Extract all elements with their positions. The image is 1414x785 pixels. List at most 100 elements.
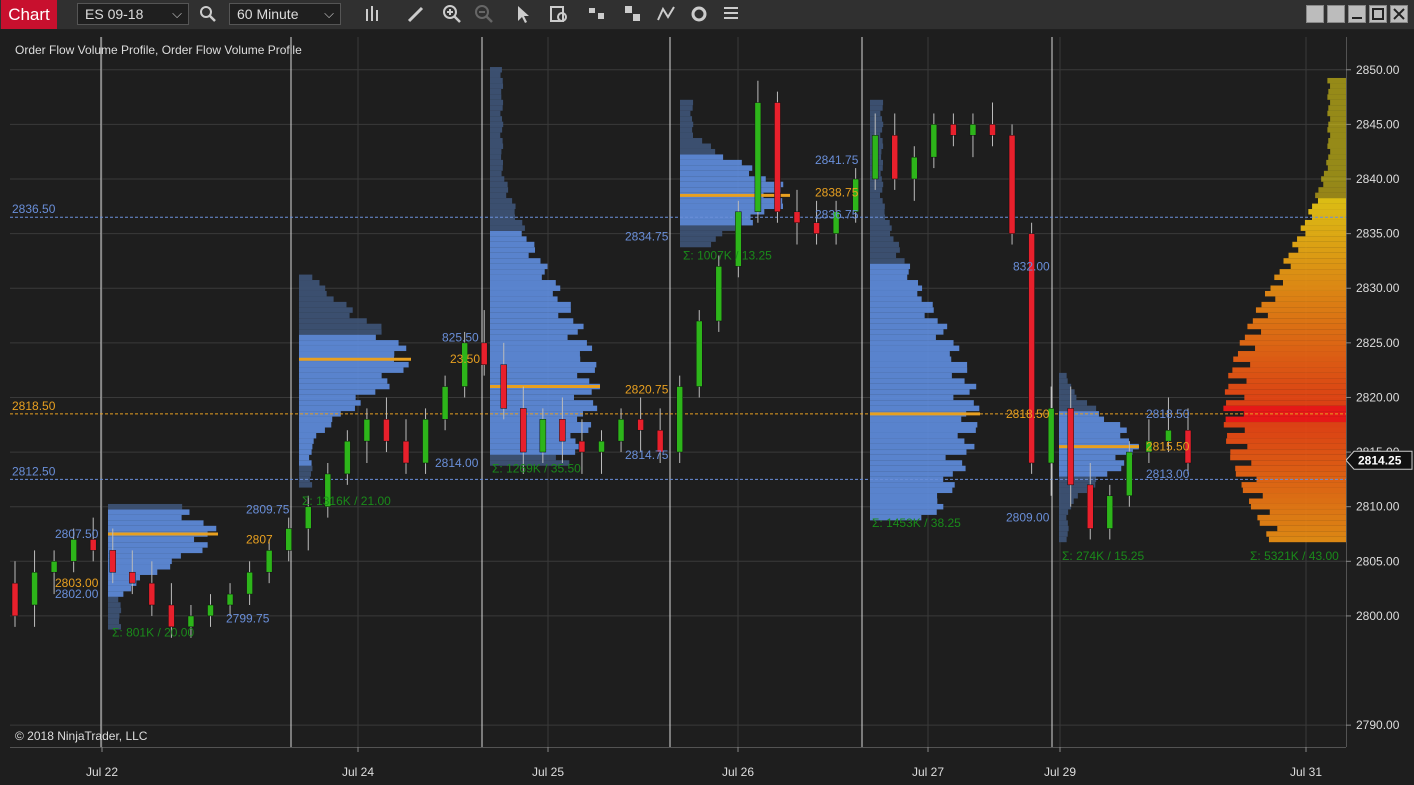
profile-level-label: 832.00 xyxy=(1013,259,1050,273)
candle-body xyxy=(930,124,938,158)
volume-profile-bar xyxy=(680,110,691,117)
zoom-out-icon[interactable] xyxy=(473,3,495,25)
volume-profile-bar xyxy=(870,236,894,242)
volume-profile-bar xyxy=(680,241,712,248)
volume-profile-bar xyxy=(490,176,505,182)
composite-profile-bar xyxy=(1300,225,1346,231)
volume-profile-bar xyxy=(299,296,334,302)
pencil-icon[interactable] xyxy=(405,3,427,25)
volume-profile-bar xyxy=(870,465,966,472)
tile-button-2[interactable] xyxy=(1327,5,1345,23)
volume-profile-bar xyxy=(490,230,522,237)
volume-profile-bar xyxy=(490,258,541,264)
volume-profile-bar xyxy=(108,553,181,559)
volume-profile-bar xyxy=(680,99,694,106)
volume-profile-bar xyxy=(870,187,883,193)
refresh-icon[interactable] xyxy=(688,3,710,25)
volume-profile-bar xyxy=(490,263,548,270)
volume-profile-bar xyxy=(870,361,968,368)
volume-profile-bar xyxy=(299,449,312,455)
composite-profile-bar xyxy=(1247,323,1346,330)
close-button[interactable] xyxy=(1390,5,1408,23)
profile-level-label: 2836.75 xyxy=(815,208,859,222)
volume-profile-bar xyxy=(870,422,978,428)
composite-profile-bar xyxy=(1250,361,1346,368)
composite-profile-bar xyxy=(1246,378,1346,384)
volume-profile-bar xyxy=(299,301,347,308)
volume-profile-bar xyxy=(490,88,502,95)
bar-chart-icon[interactable] xyxy=(362,3,384,25)
volume-profile-bar xyxy=(490,67,502,73)
minimize-button[interactable] xyxy=(1348,5,1366,23)
volume-profile-bar xyxy=(870,367,968,373)
zoom-in-icon[interactable] xyxy=(441,3,463,25)
composite-profile-bar xyxy=(1298,247,1346,253)
volume-profile-bar xyxy=(490,274,542,281)
chart-tab[interactable]: Chart xyxy=(1,0,57,29)
volume-profile-bar xyxy=(870,230,891,237)
list-icon[interactable] xyxy=(720,3,742,25)
volume-profile-bar xyxy=(870,203,885,210)
composite-profile-bar xyxy=(1255,307,1346,313)
y-tick-label: 2790.00 xyxy=(1356,718,1400,732)
volume-profile-bar xyxy=(299,438,314,444)
time-axis[interactable]: Jul 22 Jul 24 Jul 25 Jul 26 Jul 27 Jul 29 Jul … xyxy=(10,747,1346,785)
composite-profile-bar xyxy=(1230,449,1346,455)
volume-profile-bar xyxy=(870,389,970,395)
composite-profile-bar xyxy=(1317,198,1346,204)
volume-profile-bar xyxy=(490,241,535,248)
composite-profile-bar xyxy=(1226,438,1346,444)
chart-plot-area[interactable]: 2836.50 2818.50 2812.50 2807.50 2803.00 2802.… xyxy=(10,37,1346,747)
volume-profile-bar xyxy=(1059,536,1067,543)
composite-profile-bar xyxy=(1323,181,1346,188)
profile-level-label: 23.50 xyxy=(450,352,480,366)
volume-profile-bar xyxy=(870,312,925,319)
volume-profile-bar xyxy=(490,121,504,128)
composite-profile-bar xyxy=(1244,334,1346,341)
composite-profile-bar xyxy=(1244,427,1346,433)
volume-profile-bar xyxy=(108,591,124,597)
candle-body xyxy=(109,550,116,573)
data-box-icon[interactable] xyxy=(548,3,570,25)
candle-body xyxy=(363,419,371,442)
maximize-button[interactable] xyxy=(1369,5,1387,23)
candle-body xyxy=(989,124,996,136)
composite-profile-bar xyxy=(1233,356,1346,362)
timeframe-selector[interactable]: 60 Minute ⌵ xyxy=(229,3,341,25)
price-axis[interactable]: 2850.00 2845.00 2840.00 2835.00 2830.00 2825.… xyxy=(1346,37,1414,747)
volume-profile-bar xyxy=(870,438,965,444)
strategy-icon[interactable] xyxy=(655,3,677,25)
price-chart[interactable]: 2836.502818.502812.502807.502803.002802.… xyxy=(10,37,1346,747)
composite-profile-bar xyxy=(1297,236,1346,242)
volume-profile-bar xyxy=(680,198,783,204)
candle-body xyxy=(50,561,58,573)
volume-profile-bar xyxy=(490,209,515,215)
instrument-selector[interactable]: ES 09-18 ⌵ xyxy=(77,3,189,25)
composite-profile-bar xyxy=(1330,83,1346,89)
volume-profile-bar xyxy=(870,318,938,324)
volume-profile-bar xyxy=(1059,493,1078,499)
chart-style-icon[interactable] xyxy=(586,3,608,25)
profile-level-label: 2809.75 xyxy=(246,502,290,516)
volume-profile-bar xyxy=(299,334,376,341)
volume-profile-bar xyxy=(490,334,568,341)
volume-profile-bar xyxy=(1059,525,1069,532)
pointer-icon[interactable] xyxy=(512,3,534,25)
volume-profile-bar xyxy=(1059,498,1074,504)
profile-level-label: 2807 xyxy=(246,532,273,546)
y-tick-label: 2840.00 xyxy=(1356,172,1400,186)
tiles-icon[interactable] xyxy=(622,3,644,25)
candle-body xyxy=(950,124,957,136)
composite-profile-bar xyxy=(1228,383,1346,390)
volume-profile-bar xyxy=(299,345,407,352)
volume-profile-bar xyxy=(490,225,525,231)
volume-profile-bar xyxy=(680,181,784,188)
composite-profile-bar xyxy=(1251,460,1346,466)
volume-profile-bar xyxy=(870,454,946,461)
candle-body xyxy=(500,364,507,409)
volume-profile-bar xyxy=(680,121,694,128)
volume-profile-bar xyxy=(299,307,353,313)
volume-profile-bar xyxy=(680,143,711,149)
search-icon[interactable] xyxy=(197,3,219,25)
tile-button[interactable] xyxy=(1306,5,1324,23)
